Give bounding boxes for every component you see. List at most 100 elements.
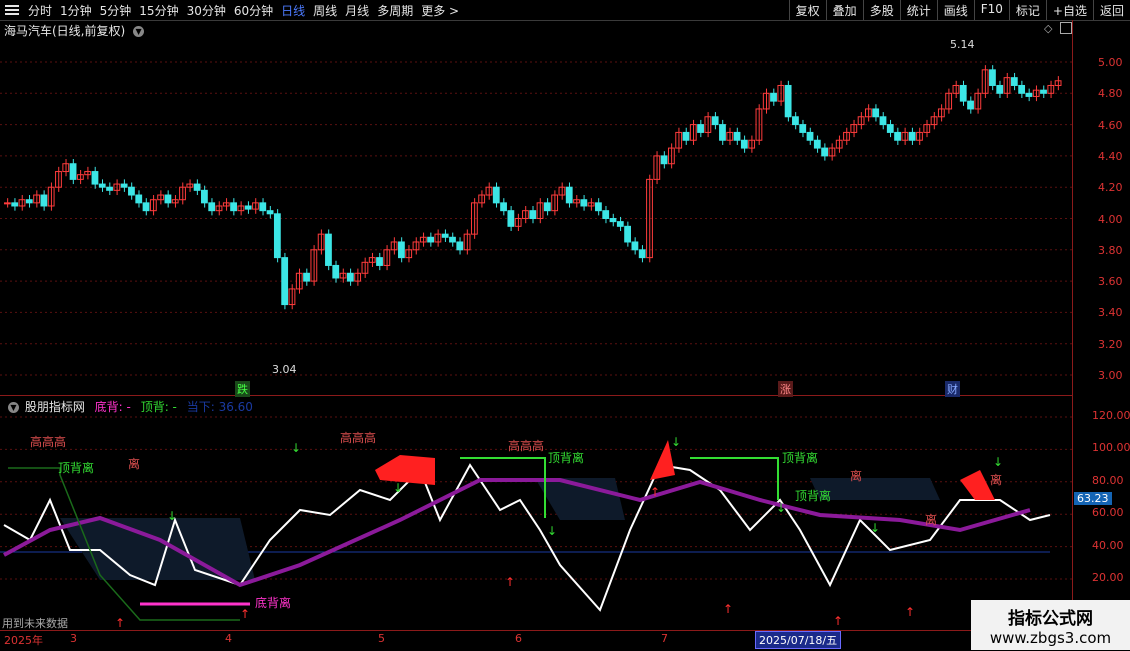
low-price-label: 3.04 (272, 363, 297, 376)
tab-period-9[interactable]: 多周期 (377, 2, 413, 19)
time-axis: 2025年 3 4 5 6 7 8 (0, 630, 1072, 651)
top-toolbar: 分时 1分钟 5分钟 15分钟 30分钟 60分钟 日线 周线 月线 多周期 更多 > 复权 叠加 多股… (0, 0, 1130, 21)
menu-icon[interactable] (5, 3, 19, 17)
candle-body (164, 194, 172, 204)
candle-body (631, 241, 639, 251)
candle-body (682, 131, 690, 141)
candle-body (1025, 92, 1033, 97)
divergence-annotation: 高高高 (340, 430, 376, 445)
candle-body (449, 236, 456, 243)
tool-button-0[interactable]: 复权 (788, 0, 826, 20)
divergence-annotation: 离 (128, 456, 140, 471)
tool-button-4[interactable]: 画线 (936, 0, 974, 20)
candle-body (398, 241, 405, 259)
candlestick-chart[interactable]: 5.14 3.04 (0, 36, 1072, 396)
tab-period-4[interactable]: 30分钟 (187, 2, 226, 19)
candle-body (507, 210, 515, 227)
tab-period-1[interactable]: 1分钟 (60, 2, 92, 19)
candle-body (120, 183, 128, 188)
price-tick: 3.00 (1098, 369, 1123, 382)
sell-arrow-icon: ↓ (993, 455, 1003, 469)
buy-arrow-icon: ↑ (505, 575, 515, 589)
candle-body (770, 92, 777, 102)
divergence-annotation: 离 (850, 468, 862, 483)
indicator-tick: 40.00 (1092, 538, 1124, 552)
indicator-tick: 100.00 (1092, 441, 1130, 455)
candle-body (259, 202, 267, 212)
candle-body (959, 84, 967, 102)
divergence-annotation: 顶背离 (548, 450, 584, 465)
tool-button-8[interactable]: 返回 (1092, 0, 1130, 20)
tab-period-2[interactable]: 5分钟 (100, 2, 132, 19)
maximize-icon[interactable] (1060, 22, 1072, 34)
candle-body (784, 84, 792, 118)
candle-body (967, 100, 974, 110)
watermark: 指标公式网 www.zbgs3.com (971, 600, 1130, 650)
candle-body (303, 272, 310, 282)
candle-body (711, 116, 719, 126)
sell-arrow-icon: ↓ (167, 509, 177, 523)
tab-period-10[interactable]: 更多 > (421, 2, 459, 19)
candle-body (595, 202, 602, 212)
future-data-notice: 用到未来数据 (2, 617, 68, 630)
candle-body (1010, 77, 1018, 86)
tool-button-5[interactable]: F10 (973, 0, 1009, 20)
candle-body (500, 202, 507, 212)
divergence-annotation: 高高高 (30, 434, 66, 449)
marker-down[interactable]: 跌 (235, 381, 250, 397)
candle-body (529, 210, 537, 220)
red-fill (375, 455, 435, 485)
tool-button-2[interactable]: 多股 (862, 0, 900, 20)
watermark-title: 指标公式网 (1008, 609, 1093, 629)
candle-body (740, 139, 748, 149)
divergence-annotation: 顶背离 (782, 450, 818, 465)
buy-arrow-icon: ↑ (723, 602, 733, 616)
sell-arrow-icon: ↓ (393, 481, 403, 495)
candle-body (128, 186, 135, 196)
tab-period-7[interactable]: 周线 (313, 2, 337, 19)
buy-arrow-icon: ↑ (115, 616, 125, 630)
marker-up[interactable]: 涨 (778, 381, 793, 397)
period-tabs: 分时 1分钟 5分钟 15分钟 30分钟 60分钟 日线 周线 月线 多周期 更多 > (28, 2, 467, 19)
divergence-annotation: 离 (925, 512, 937, 527)
indicator-chart[interactable]: 高高高 高高高高高高顶背离顶背离 顶背离顶背离底背离离离离离↑↑↑↑↑↑↑↓↓↓↓↓… (0, 400, 1072, 630)
tab-period-8[interactable]: 月线 (345, 2, 369, 19)
candle-body (346, 272, 354, 282)
candle-body (543, 202, 551, 212)
price-tick: 3.20 (1098, 337, 1123, 351)
tab-period-0[interactable]: 分时 (28, 2, 52, 19)
tab-period-3[interactable]: 15分钟 (139, 2, 178, 19)
candle-body (565, 186, 573, 204)
candle-body (806, 131, 814, 141)
price-tick: 4.80 (1098, 87, 1123, 101)
candle-body (894, 131, 901, 141)
divergence-annotation: 离 (990, 472, 1002, 487)
sell-arrow-icon: ↓ (776, 501, 786, 515)
month-label: 3 (70, 632, 77, 645)
candle-body (719, 124, 726, 141)
tab-period-6[interactable]: 日线 (281, 2, 305, 19)
candle-body (273, 213, 281, 259)
candle-body (799, 124, 807, 133)
price-tick: 4.00 (1098, 212, 1123, 226)
candle-body (733, 131, 741, 141)
tool-button-7[interactable]: +自选 (1045, 0, 1093, 20)
candle-body (325, 233, 332, 266)
tool-button-3[interactable]: 统计 (899, 0, 937, 20)
sell-arrow-icon: ↓ (547, 524, 557, 538)
candle-body (821, 147, 829, 157)
candle-body (996, 84, 1004, 94)
candle-body (266, 210, 274, 215)
divergence-annotation: 顶背离 (795, 488, 831, 503)
tool-button-6[interactable]: 标记 (1008, 0, 1046, 20)
candle-body (98, 183, 106, 188)
diamond-icon[interactable]: ◇ (1044, 22, 1052, 35)
candle-body (886, 124, 894, 133)
candle-body (580, 199, 588, 207)
tool-button-1[interactable]: 叠加 (825, 0, 863, 20)
price-tick: 4.20 (1098, 181, 1123, 195)
candle-body (40, 194, 48, 207)
candle-body (872, 108, 880, 118)
marker-finance[interactable]: 财 (945, 381, 960, 397)
tab-period-5[interactable]: 60分钟 (234, 2, 273, 19)
